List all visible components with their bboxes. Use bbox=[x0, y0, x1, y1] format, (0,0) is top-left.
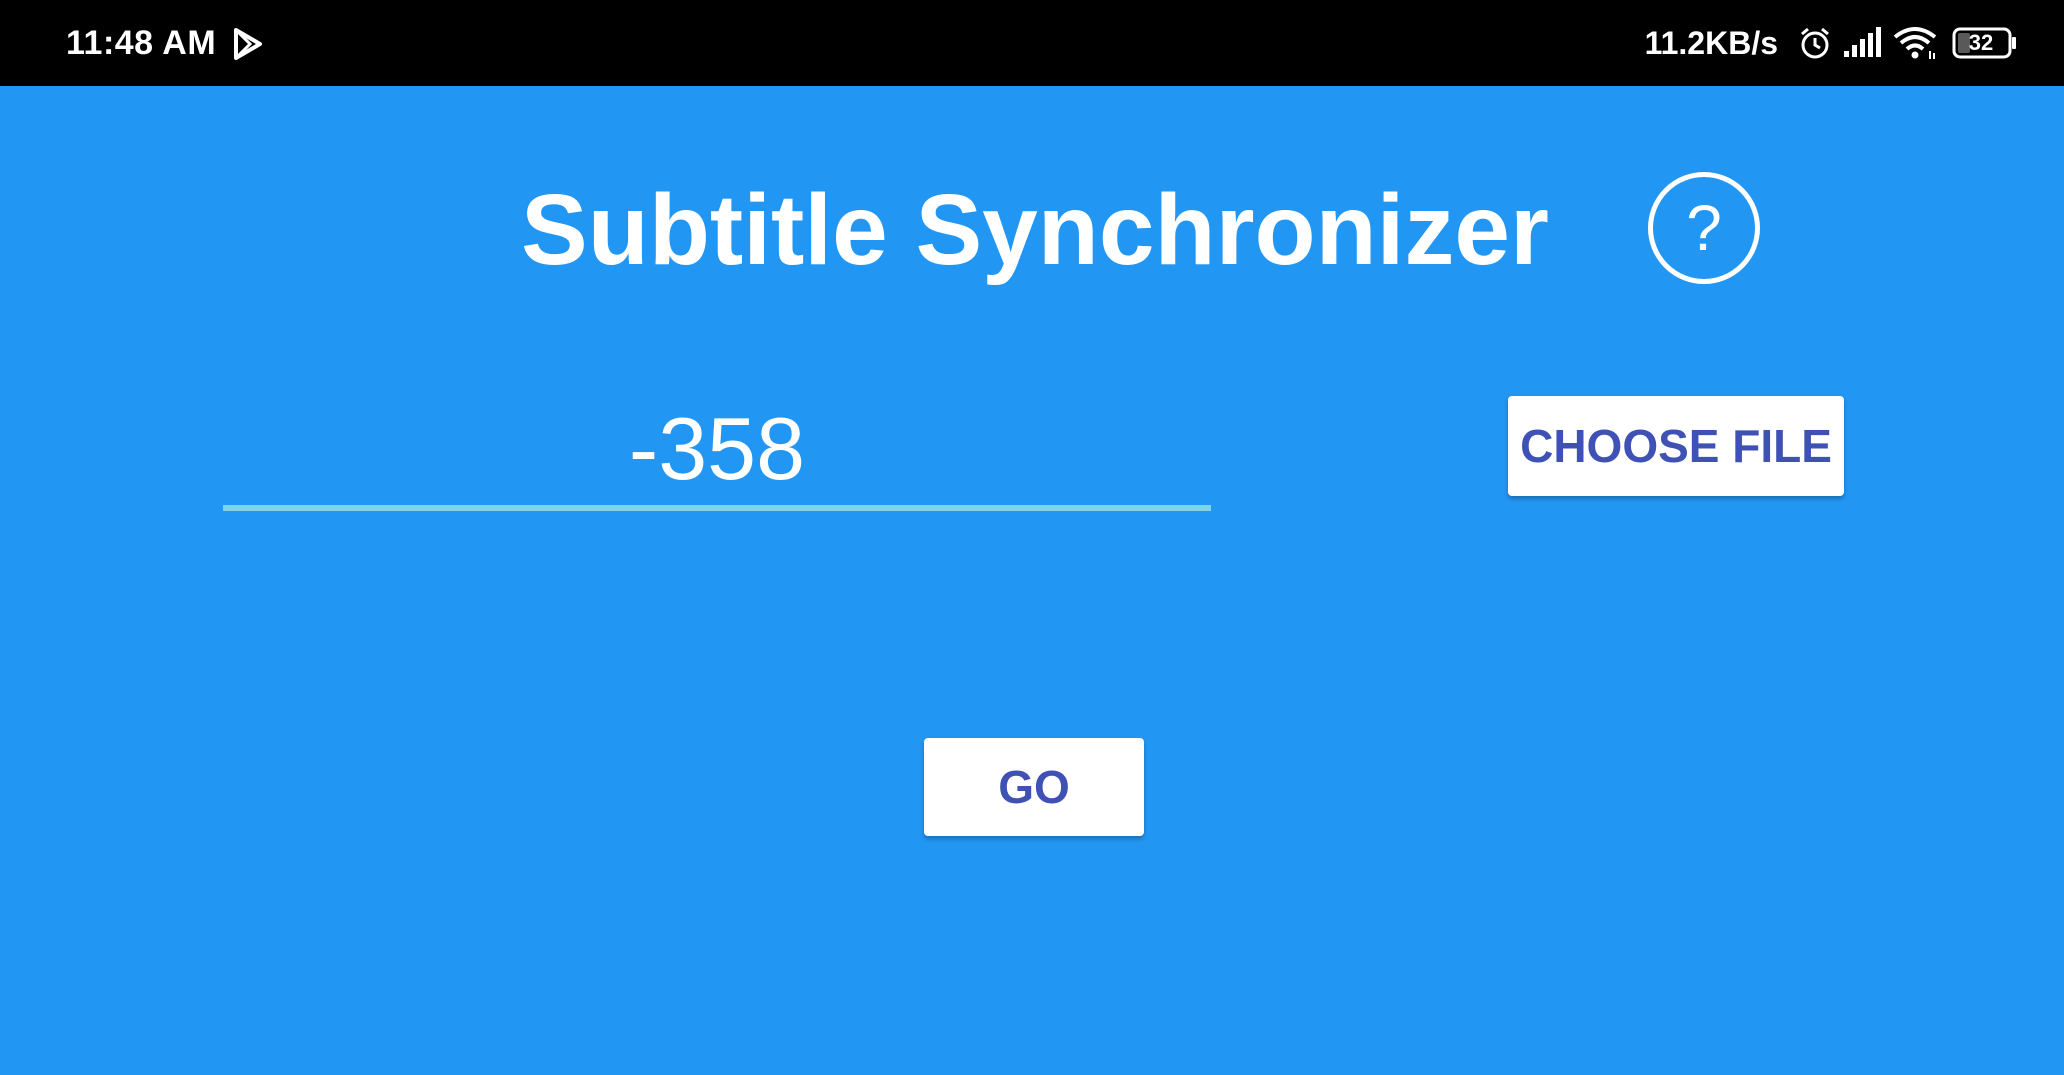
battery-indicator: 32 bbox=[1952, 27, 2018, 59]
signal-icon bbox=[1844, 27, 1881, 57]
help-button[interactable]: ? bbox=[1648, 172, 1760, 284]
choose-file-button[interactable]: CHOOSE FILE bbox=[1508, 396, 1844, 496]
question-mark-icon: ? bbox=[1686, 192, 1722, 264]
status-time: 11:48 AM bbox=[66, 24, 217, 62]
battery-level: 32 bbox=[1968, 30, 1994, 55]
alarm-icon bbox=[1801, 27, 1829, 59]
offset-input[interactable] bbox=[223, 390, 1211, 508]
app-title: Subtitle Synchronizer bbox=[521, 174, 1549, 286]
network-speed: 11.2KB/s bbox=[1644, 25, 1778, 61]
input-underline bbox=[223, 505, 1211, 511]
go-button[interactable]: GO bbox=[924, 738, 1144, 836]
status-icons: 11.2KB/s 32 bbox=[1645, 20, 2018, 66]
offset-field bbox=[223, 390, 1211, 514]
play-store-icon bbox=[234, 28, 262, 60]
wifi-icon bbox=[1893, 27, 1937, 59]
status-bar: 11:48 AM 11.2KB/s 32 bbox=[0, 0, 2064, 86]
app-screen: 11:48 AM 11.2KB/s 32 Subtitle Synchroniz… bbox=[0, 0, 2064, 1075]
